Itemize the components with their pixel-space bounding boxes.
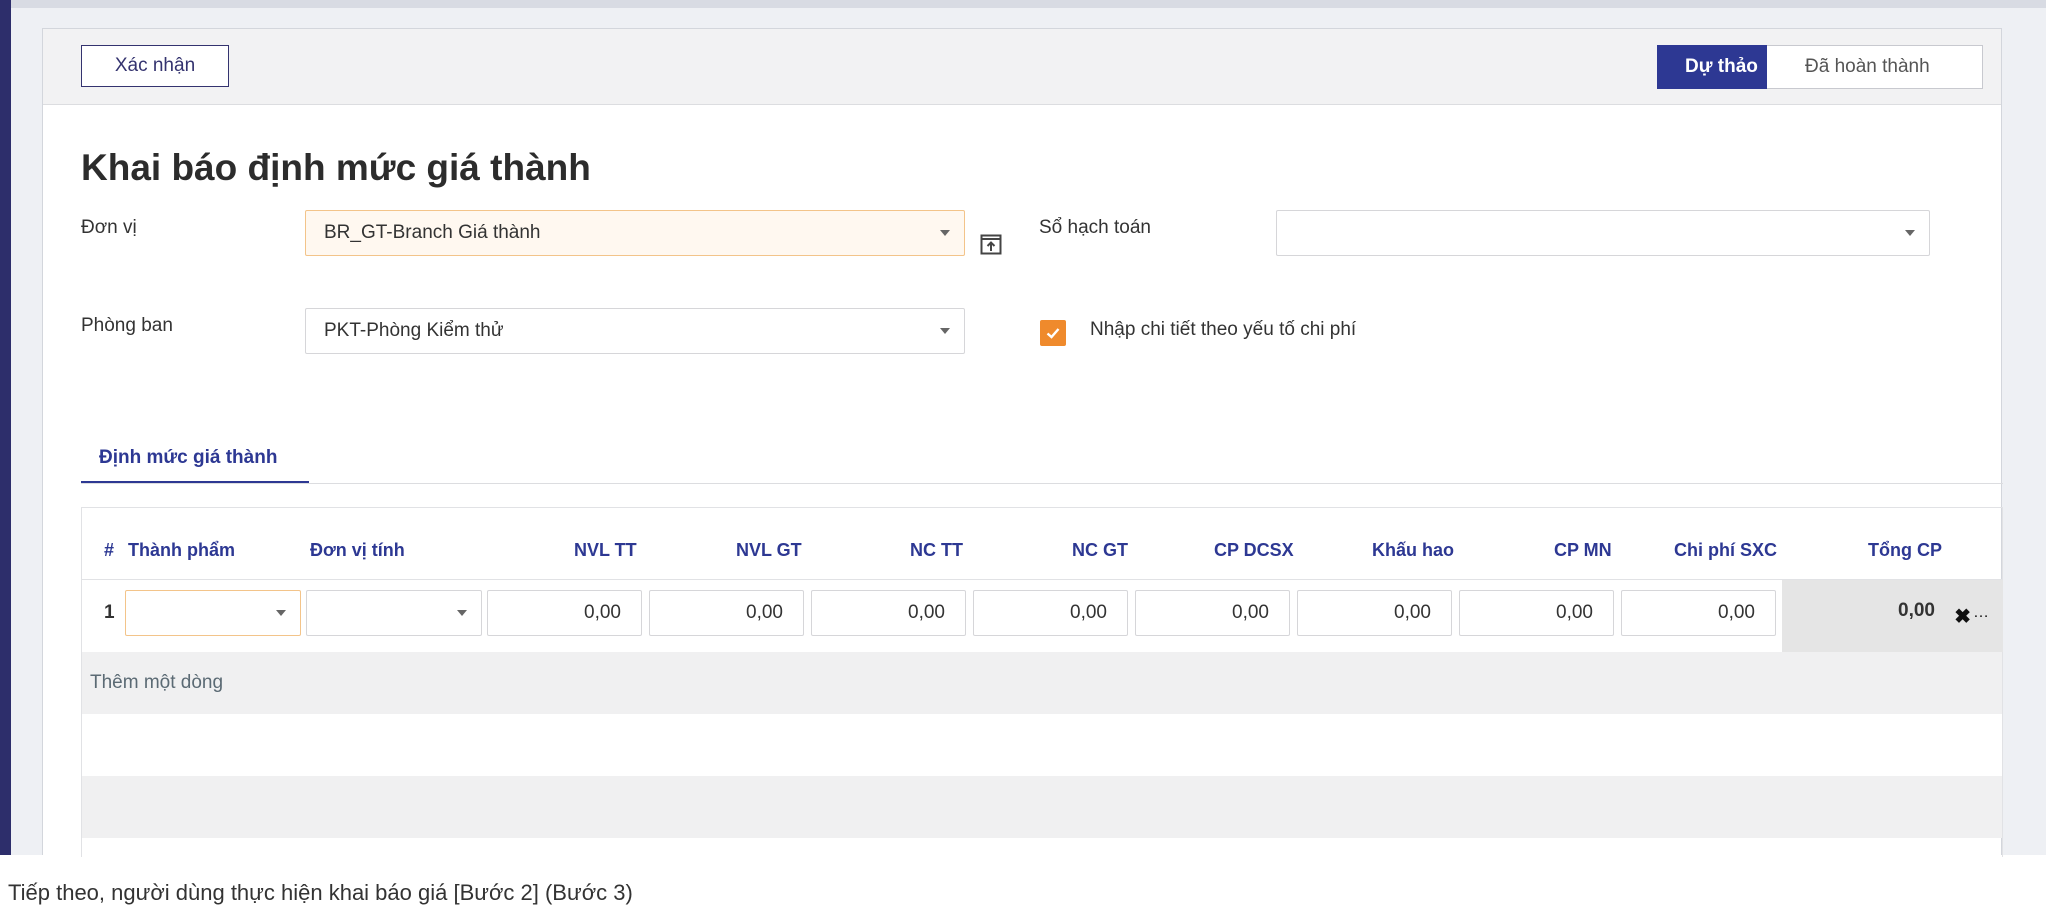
nc-tt-input[interactable]: 0,00 xyxy=(811,590,966,636)
ledger-select[interactable] xyxy=(1276,210,1930,256)
col-cp-sxc[interactable]: Chi phí SXC xyxy=(1674,540,1777,561)
status-bar: Xác nhận Dự thảo Đã hoàn thành xyxy=(43,29,2001,105)
col-uom[interactable]: Đơn vị tính xyxy=(310,540,405,561)
unit-select-value: BR_GT-Branch Giá thành xyxy=(324,222,541,243)
col-nc-gt[interactable]: NC GT xyxy=(1072,540,1128,561)
chevron-down-icon xyxy=(940,328,950,334)
tab-cost-norm[interactable]: Định mức giá thành xyxy=(81,434,309,484)
stage-done[interactable]: Đã hoàn thành xyxy=(1767,45,1983,89)
col-nvl-gt[interactable]: NVL GT xyxy=(736,540,802,561)
more-icon: … xyxy=(1973,604,1989,621)
table-row: 1 0,00 0,00 0,00 0,00 0,00 0,00 0,00 0,0… xyxy=(82,580,2003,652)
cp-dcsx-input[interactable]: 0,00 xyxy=(1135,590,1290,636)
page-title: Khai báo định mức giá thành xyxy=(81,147,591,188)
col-nc-tt[interactable]: NC TT xyxy=(910,540,963,561)
add-row-link[interactable]: Thêm một dòng xyxy=(90,672,223,694)
empty-row xyxy=(82,776,2002,838)
empty-row xyxy=(82,714,2002,776)
confirm-button[interactable]: Xác nhận xyxy=(81,45,229,87)
form-sheet: Xác nhận Dự thảo Đã hoàn thành Khai báo … xyxy=(42,28,2003,857)
nc-gt-input[interactable]: 0,00 xyxy=(973,590,1128,636)
nvl-tt-input[interactable]: 0,00 xyxy=(487,590,642,636)
chevron-down-icon xyxy=(1905,230,1915,236)
add-row: Thêm một dòng xyxy=(82,652,2002,714)
chevron-down-icon xyxy=(276,610,286,616)
external-link-icon[interactable] xyxy=(979,232,1003,256)
stage-draft[interactable]: Dự thảo xyxy=(1657,45,1785,89)
uom-select[interactable] xyxy=(306,590,482,636)
col-cp-dcsx[interactable]: CP DCSX xyxy=(1214,540,1294,561)
unit-label: Đơn vị xyxy=(81,217,137,238)
total-cell: 0,00 ✖ … xyxy=(1782,580,2003,652)
check-icon xyxy=(1046,328,1060,339)
nvl-gt-input[interactable]: 0,00 xyxy=(649,590,804,636)
chevron-down-icon xyxy=(940,230,950,236)
col-cp-mn[interactable]: CP MN xyxy=(1554,540,1612,561)
detail-checkbox-label: Nhập chi tiết theo yếu tố chi phí xyxy=(1090,319,1357,340)
col-khau-hao[interactable]: Khấu hao xyxy=(1372,540,1454,561)
row-number: 1 xyxy=(104,602,115,623)
tab-divider xyxy=(81,483,2003,484)
ledger-label: Sổ hạch toán xyxy=(1039,217,1151,238)
total-value: 0,00 xyxy=(1898,600,1935,621)
khau-hao-input[interactable]: 0,00 xyxy=(1297,590,1452,636)
product-select[interactable] xyxy=(125,590,301,636)
unit-select[interactable]: BR_GT-Branch Giá thành xyxy=(305,210,965,256)
col-number: # xyxy=(104,540,115,560)
col-product[interactable]: Thành phẩm xyxy=(128,540,235,561)
footer-caption: Tiếp theo, người dùng thực hiện khai báo… xyxy=(8,880,633,905)
dept-label: Phòng ban xyxy=(81,315,173,336)
chevron-down-icon xyxy=(457,610,467,616)
table-header: # Thành phẩm Đơn vị tính NVL TT NVL GT N… xyxy=(82,508,2002,580)
cp-sxc-input[interactable]: 0,00 xyxy=(1621,590,1776,636)
detail-checkbox[interactable] xyxy=(1040,320,1066,346)
dept-select-value: PKT-Phòng Kiểm thử xyxy=(324,320,504,341)
cost-norm-table: # Thành phẩm Đơn vị tính NVL TT NVL GT N… xyxy=(81,507,2003,857)
dept-select[interactable]: PKT-Phòng Kiểm thử xyxy=(305,308,965,354)
cp-mn-input[interactable]: 0,00 xyxy=(1459,590,1614,636)
col-nvl-tt[interactable]: NVL TT xyxy=(574,540,637,561)
app-sidebar-edge xyxy=(0,0,11,855)
close-icon[interactable]: ✖ xyxy=(1954,604,1971,629)
top-divider xyxy=(11,0,2046,8)
col-tong-cp[interactable]: Tổng CP xyxy=(1868,540,1942,561)
